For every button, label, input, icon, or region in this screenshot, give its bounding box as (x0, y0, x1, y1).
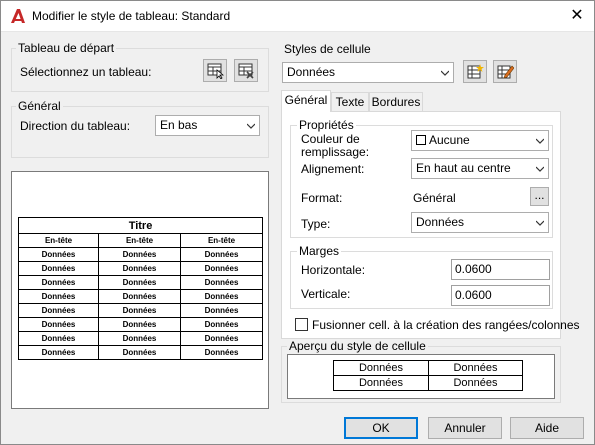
help-button[interactable]: Aide (510, 417, 584, 439)
autocad-a-icon (11, 9, 25, 23)
format-value: Général (413, 191, 456, 205)
type-label: Type: (301, 217, 331, 231)
alignment-select[interactable]: En haut au centre (411, 158, 549, 179)
preview-data-cell: Données (18, 247, 99, 262)
direction-select[interactable]: En bas (155, 115, 260, 136)
chevron-down-icon (441, 70, 449, 76)
preview-data-cell: Données (179, 261, 264, 276)
select-table-button[interactable] (203, 59, 227, 82)
preview-data-cell: Données (179, 317, 264, 332)
preview-data-cell: Données (98, 331, 181, 346)
alignment-value: En haut au centre (416, 161, 511, 175)
tab-general[interactable]: Général (281, 90, 331, 112)
cancel-button[interactable]: Annuler (428, 417, 502, 439)
format-browse-button[interactable]: ... (530, 187, 549, 206)
cell-preview-cell: Données (333, 375, 429, 391)
direction-value: En bas (160, 118, 198, 132)
general-title: Général (16, 99, 63, 113)
preview-data-cell: Données (18, 317, 99, 332)
format-label: Format: (301, 191, 343, 205)
vertical-margin-label: Verticale: (301, 287, 351, 301)
new-cell-style-icon (467, 64, 484, 79)
margins-title: Marges (297, 244, 342, 258)
dialog-window: Modifier le style de tableau: Standard ✕… (0, 0, 595, 445)
preview-data-cell: Données (179, 289, 264, 304)
preview-data-cell: Données (18, 275, 99, 290)
preview-data-cell: Données (98, 303, 181, 318)
preview-header-cell: En-tête (179, 233, 264, 248)
start-table-title: Tableau de départ (16, 41, 117, 55)
alignment-label: Alignement: (301, 162, 365, 176)
preview-data-cell: Données (179, 303, 264, 318)
edit-cell-style-icon (497, 65, 514, 79)
tab-text[interactable]: Texte (331, 92, 369, 112)
manage-cell-styles-button[interactable] (493, 60, 517, 83)
preview-data-cell: Données (18, 303, 99, 318)
preview-data-cell: Données (98, 289, 181, 304)
preview-header-cell: En-tête (18, 233, 99, 248)
select-table-label: Sélectionnez un tableau: (20, 65, 152, 79)
preview-data-cell: Données (98, 345, 181, 360)
chevron-down-icon (247, 123, 255, 129)
chevron-down-icon (536, 138, 544, 144)
preview-header-cell: En-tête (98, 233, 181, 248)
tab-borders[interactable]: Bordures (369, 92, 423, 112)
preview-data-cell: Données (98, 261, 181, 276)
fill-color-value: Aucune (429, 133, 470, 147)
chevron-down-icon (536, 166, 544, 172)
cell-style-select[interactable]: Données (282, 62, 454, 83)
cell-preview-title: Aperçu du style de cellule (287, 339, 428, 353)
table-select-icon (207, 63, 224, 79)
preview-data-cell: Données (18, 345, 99, 360)
direction-label: Direction du tableau: (20, 119, 131, 133)
cell-preview-cell: Données (428, 375, 523, 391)
preview-data-cell: Données (98, 317, 181, 332)
preview-data-cell: Données (18, 331, 99, 346)
properties-title: Propriétés (297, 118, 356, 132)
preview-data-cell: Données (179, 345, 264, 360)
horizontal-margin-label: Horizontale: (301, 263, 366, 277)
table-preview: Titre En-tête En-tête En-tête Données Don… (17, 217, 264, 360)
ok-button[interactable]: OK (344, 417, 418, 439)
preview-data-cell: Données (179, 247, 264, 262)
cell-preview-table: Données Données Données Données (333, 360, 523, 391)
cell-preview-cell: Données (428, 360, 523, 376)
merge-cells-label: Fusionner cell. à la création des rangée… (312, 318, 580, 332)
create-cell-style-button[interactable] (463, 60, 487, 83)
preview-data-cell: Données (18, 261, 99, 276)
preview-data-cell: Données (179, 275, 264, 290)
cell-preview-cell: Données (333, 360, 429, 376)
preview-title-cell: Titre (17, 217, 264, 234)
type-select[interactable]: Données (411, 212, 549, 233)
table-delete-icon (238, 63, 254, 79)
fill-color-select[interactable]: Aucune (411, 130, 549, 151)
type-value: Données (416, 215, 465, 229)
vertical-margin-input[interactable]: 0.0600 (451, 285, 550, 306)
fill-color-label: Couleur de remplissage: (301, 132, 370, 159)
preview-data-cell: Données (98, 275, 181, 290)
remove-table-button[interactable] (234, 59, 258, 82)
merge-cells-checkbox[interactable] (295, 318, 308, 331)
cell-style-value: Données (287, 65, 336, 79)
chevron-down-icon (536, 220, 544, 226)
window-title: Modifier le style de tableau: Standard (32, 9, 231, 23)
title-bar: Modifier le style de tableau: Standard ✕ (1, 1, 594, 32)
color-swatch-icon (416, 135, 426, 145)
preview-data-cell: Données (98, 247, 181, 262)
close-icon[interactable]: ✕ (565, 4, 589, 28)
preview-data-cell: Données (179, 331, 264, 346)
preview-data-cell: Données (18, 289, 99, 304)
cell-styles-title: Styles de cellule (284, 42, 371, 56)
horizontal-margin-input[interactable]: 0.0600 (451, 259, 550, 280)
